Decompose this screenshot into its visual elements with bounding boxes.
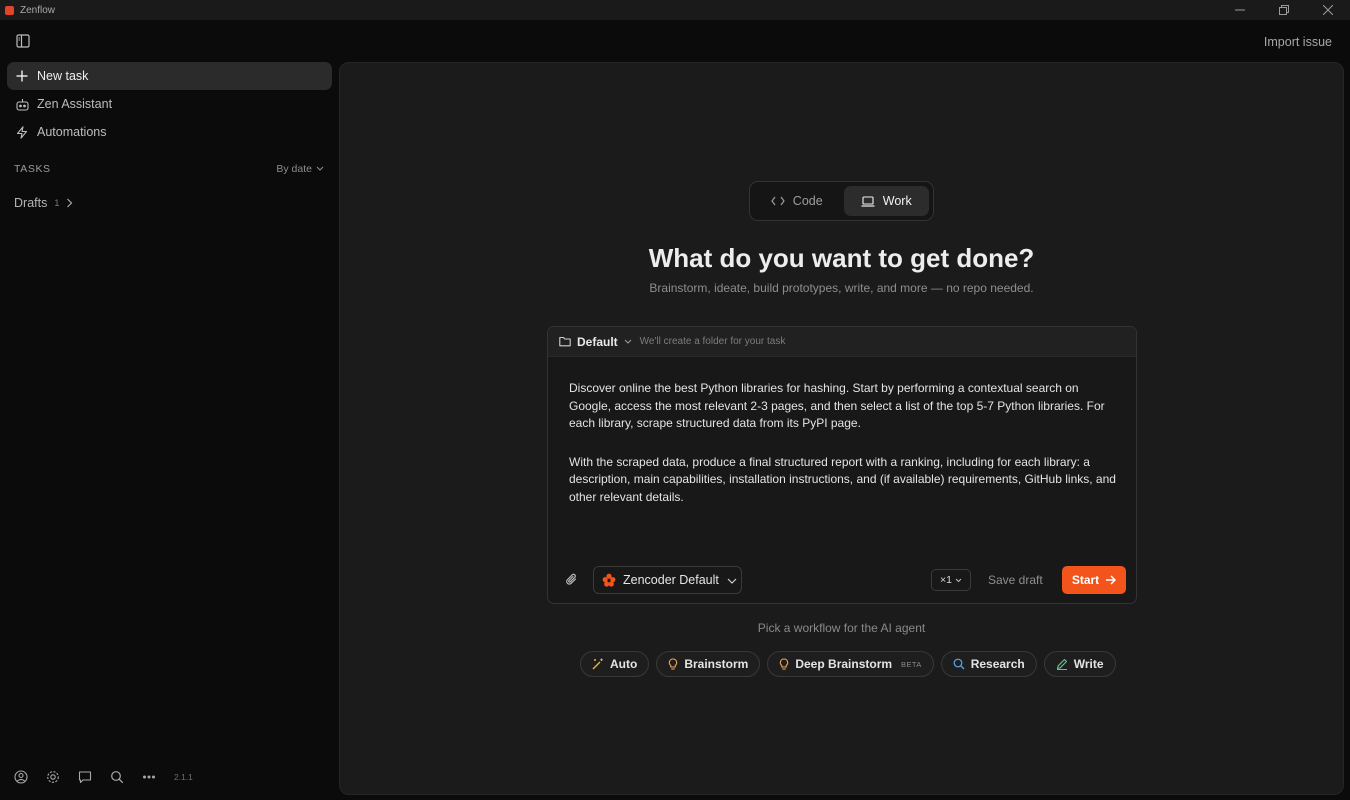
tab-label: Work [882,194,912,208]
chip-label: Research [970,657,1025,671]
nav-label: Zen Assistant [37,97,113,111]
workflow-deep-brainstorm[interactable]: Deep Brainstorm BETA [767,651,934,677]
beta-badge: BETA [901,659,922,669]
nav-label: Automations [37,125,107,139]
tasks-label: TASKS [14,163,51,175]
chevron-down-icon [955,578,962,582]
tab-work[interactable]: Work [843,186,929,216]
lightning-icon [15,125,29,139]
chevron-right-icon [67,198,73,208]
plus-icon [15,69,29,83]
attach-button[interactable] [565,572,579,592]
window-title: Zenflow [20,4,56,16]
feedback-chat-icon[interactable] [78,770,92,784]
task-composer: Default We'll create a folder for your t… [547,326,1137,604]
prompt-textarea[interactable]: Discover online the best Python librarie… [569,380,1119,506]
arrow-right-icon [1106,575,1117,585]
laptop-icon [861,195,875,207]
paperclip-icon [566,573,577,585]
composer-toolbar: Zencoder Default ×1 Save draft Start [548,565,1136,595]
minimize-button[interactable] [1218,0,1262,20]
tasks-header: TASKS By date [14,162,324,176]
sort-label: By date [276,163,312,175]
workflow-chips: Auto Brainstorm Deep Brainstorm BETA Res… [580,651,1116,677]
search-icon[interactable] [110,770,124,784]
user-profile-icon[interactable] [14,770,28,784]
lightbulb-icon [780,658,789,670]
folder-select[interactable]: Default [577,335,618,349]
robot-icon [15,97,29,111]
workflow-research[interactable]: Research [940,651,1037,677]
window-controls [1218,0,1350,20]
mode-switch: Code Work [749,181,934,221]
drafts-count: 1 [54,198,60,208]
restore-icon [1279,5,1289,15]
import-issue-button[interactable]: Import issue [1264,35,1332,49]
app-logo-icon [5,5,14,15]
chevron-down-icon [316,166,324,171]
page-subtitle: Brainstorm, ideate, build prototypes, wr… [649,281,1034,295]
start-button[interactable]: Start [1062,566,1126,594]
pencil-icon [1056,658,1067,670]
settings-gear-icon[interactable] [46,770,60,784]
workflow-write[interactable]: Write [1043,651,1116,677]
tab-label: Code [792,194,823,208]
nav-new-task[interactable]: New task [7,62,332,90]
drafts-label: Drafts [14,196,48,210]
run-count-label: ×1 [940,574,952,586]
sidebar-panel-icon [16,34,30,48]
chip-label: Deep Brainstorm [795,657,893,671]
chip-label: Auto [610,657,638,671]
nav-label: New task [37,69,89,83]
sidebar-toggle-button[interactable] [15,33,31,49]
app-version: 2.1.1 [174,772,193,782]
chevron-down-icon[interactable] [624,339,632,345]
code-icon [771,196,785,206]
agent-select[interactable]: Zencoder Default [593,566,742,594]
page-title: What do you want to get done? [648,243,1035,273]
prompt-paragraph: Discover online the best Python librarie… [569,381,1105,430]
magic-wand-icon [592,658,603,670]
nav-zen-assistant[interactable]: Zen Assistant [7,90,332,118]
agent-label: Zencoder Default [623,573,719,587]
prompt-paragraph: With the scraped data, produce a final s… [569,454,1116,504]
nav-automations[interactable]: Automations [7,118,332,146]
more-options-icon[interactable] [142,770,156,784]
title-bar: Zenflow [0,0,1350,20]
workflow-auto[interactable]: Auto [580,651,650,677]
chevron-down-icon [727,573,737,587]
tab-code[interactable]: Code [754,186,840,216]
folder-hint: We'll create a folder for your task [639,336,786,347]
close-icon [1323,5,1333,15]
sidebar-footer: 2.1.1 [14,769,193,785]
save-draft-button[interactable]: Save draft [988,573,1043,587]
zencoder-logo-icon [602,573,616,587]
chip-label: Write [1073,657,1104,671]
run-count-select[interactable]: ×1 [931,569,971,591]
search-icon [953,658,965,670]
sidebar: New task Zen Assistant Automations TASKS… [0,56,340,800]
start-label: Start [1071,573,1100,587]
sort-by-date-button[interactable]: By date [276,163,324,175]
folder-selector-bar: Default We'll create a folder for your t… [548,327,1136,357]
close-window-button[interactable] [1306,0,1350,20]
workflow-brainstorm[interactable]: Brainstorm [656,651,761,677]
maximize-button[interactable] [1262,0,1306,20]
lightbulb-icon [669,658,678,670]
folder-icon [559,336,571,347]
workflow-prompt-label: Pick a workflow for the AI agent [757,621,926,635]
chip-label: Brainstorm [684,657,749,671]
drafts-group[interactable]: Drafts 1 [14,195,73,211]
main-panel: Code Work What do you want to get done? … [339,62,1344,795]
minimize-icon [1235,9,1245,11]
